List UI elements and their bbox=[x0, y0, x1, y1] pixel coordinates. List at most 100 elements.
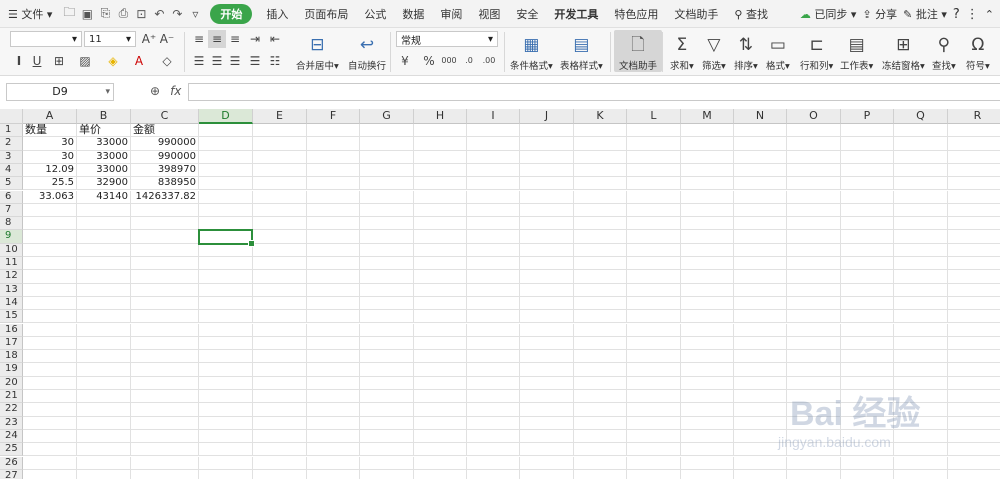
cell-q1[interactable] bbox=[894, 124, 948, 138]
row-header-27[interactable]: 27 bbox=[0, 469, 23, 479]
cell-o20[interactable] bbox=[787, 376, 841, 390]
fx-icon[interactable]: fx bbox=[170, 84, 181, 98]
cell-m7[interactable] bbox=[681, 203, 734, 218]
cell-g26[interactable] bbox=[360, 456, 414, 470]
currency-icon[interactable]: ¥ bbox=[396, 52, 414, 70]
conditional-format-button[interactable]: ▦ 条件格式▾ bbox=[510, 30, 553, 72]
cell-e11[interactable] bbox=[253, 257, 307, 271]
tab-formula[interactable]: 公式 bbox=[356, 6, 394, 22]
cell-c6[interactable]: 1426337.82 bbox=[131, 190, 199, 204]
cell-n2[interactable] bbox=[734, 137, 787, 151]
cell-p23[interactable] bbox=[841, 416, 894, 430]
cell-o10[interactable] bbox=[787, 243, 841, 257]
cell-k17[interactable] bbox=[574, 336, 627, 351]
spreadsheet-grid[interactable]: A B C D E F G H I J K L M N O P Q R 1 数量 单价 金额 2 30 33000 990000 3… bbox=[0, 109, 1000, 479]
save-icon[interactable]: ▣ bbox=[78, 7, 96, 21]
cell-k16[interactable] bbox=[574, 323, 627, 337]
cell-c19[interactable] bbox=[131, 363, 199, 377]
cell-k11[interactable] bbox=[574, 257, 627, 271]
cell-k20[interactable] bbox=[574, 376, 627, 390]
cell-h6[interactable] bbox=[414, 190, 467, 204]
cell-i26[interactable] bbox=[467, 456, 520, 470]
cell-i21[interactable] bbox=[467, 390, 520, 404]
distribute-icon[interactable]: ☷ bbox=[266, 52, 284, 70]
cell-f1[interactable] bbox=[307, 124, 360, 138]
cell-o21[interactable] bbox=[787, 390, 841, 404]
cell-l11[interactable] bbox=[627, 257, 681, 271]
cell-m17[interactable] bbox=[681, 336, 734, 351]
cell-i24[interactable] bbox=[467, 429, 520, 444]
cell-q5[interactable] bbox=[894, 177, 948, 191]
cell-g15[interactable] bbox=[360, 310, 414, 324]
cell-g19[interactable] bbox=[360, 363, 414, 377]
cell-e15[interactable] bbox=[253, 310, 307, 324]
cell-a20[interactable] bbox=[23, 376, 77, 390]
cell-c1[interactable]: 金额 bbox=[131, 123, 199, 138]
column-header-a[interactable]: A bbox=[23, 109, 77, 124]
redo-icon[interactable]: ↷ bbox=[168, 7, 186, 21]
border-icon[interactable]: ⊞ bbox=[50, 52, 68, 70]
cell-p18[interactable] bbox=[841, 350, 894, 364]
cell-h13[interactable] bbox=[414, 283, 467, 297]
cell-n10[interactable] bbox=[734, 243, 787, 257]
cell-m21[interactable] bbox=[681, 390, 734, 404]
cell-q22[interactable] bbox=[894, 403, 948, 417]
cell-o16[interactable] bbox=[787, 323, 841, 337]
cell-c27[interactable] bbox=[131, 469, 199, 479]
cell-d10[interactable] bbox=[199, 243, 253, 257]
cell-m5[interactable] bbox=[681, 177, 734, 191]
column-header-o[interactable]: O bbox=[787, 109, 841, 124]
cell-l24[interactable] bbox=[627, 429, 681, 444]
cell-c20[interactable] bbox=[131, 376, 199, 390]
cell-d27[interactable] bbox=[199, 469, 253, 479]
cell-i10[interactable] bbox=[467, 243, 520, 257]
cell-n23[interactable] bbox=[734, 416, 787, 430]
align-bottom-icon[interactable]: ≡ bbox=[226, 30, 244, 48]
cell-a4[interactable]: 12.09 bbox=[23, 163, 77, 178]
cell-l16[interactable] bbox=[627, 323, 681, 337]
row-header-15[interactable]: 15 bbox=[0, 310, 23, 324]
cell-h26[interactable] bbox=[414, 456, 467, 470]
cell-k4[interactable] bbox=[574, 163, 627, 178]
outdent-icon[interactable]: ⇤ bbox=[266, 30, 284, 48]
cell-r11[interactable] bbox=[948, 257, 1000, 271]
cell-j4[interactable] bbox=[520, 163, 574, 178]
column-header-h[interactable]: H bbox=[414, 109, 467, 124]
cell-r12[interactable] bbox=[948, 270, 1000, 284]
cell-j18[interactable] bbox=[520, 350, 574, 364]
cell-l14[interactable] bbox=[627, 296, 681, 311]
cell-n20[interactable] bbox=[734, 376, 787, 390]
cell-q18[interactable] bbox=[894, 350, 948, 364]
cell-n17[interactable] bbox=[734, 336, 787, 351]
formula-input[interactable] bbox=[188, 83, 1000, 101]
cell-j2[interactable] bbox=[520, 137, 574, 151]
cell-j15[interactable] bbox=[520, 310, 574, 324]
cell-c22[interactable] bbox=[131, 403, 199, 417]
cell-g11[interactable] bbox=[360, 257, 414, 271]
cell-o14[interactable] bbox=[787, 296, 841, 311]
cell-q17[interactable] bbox=[894, 336, 948, 351]
cell-f8[interactable] bbox=[307, 217, 360, 231]
cell-j9[interactable] bbox=[520, 230, 574, 244]
cell-n27[interactable] bbox=[734, 469, 787, 479]
cell-n16[interactable] bbox=[734, 323, 787, 337]
cell-b17[interactable] bbox=[77, 336, 131, 351]
cell-p3[interactable] bbox=[841, 150, 894, 164]
cell-b21[interactable] bbox=[77, 390, 131, 404]
cell-a8[interactable] bbox=[23, 217, 77, 231]
justify-icon[interactable]: ☰ bbox=[246, 52, 264, 70]
cell-o27[interactable] bbox=[787, 469, 841, 479]
cell-g9[interactable] bbox=[360, 230, 414, 244]
cell-b7[interactable] bbox=[77, 203, 131, 218]
collapse-ribbon-icon[interactable]: ⌃ bbox=[985, 8, 994, 21]
cell-b10[interactable] bbox=[77, 243, 131, 257]
cell-g17[interactable] bbox=[360, 336, 414, 351]
sum-button[interactable]: Σ 求和▾ bbox=[670, 30, 694, 72]
cell-i6[interactable] bbox=[467, 190, 520, 204]
cell-i8[interactable] bbox=[467, 217, 520, 231]
fill-color-icon[interactable]: ▨ bbox=[76, 52, 94, 70]
cell-b8[interactable] bbox=[77, 217, 131, 231]
cell-h15[interactable] bbox=[414, 310, 467, 324]
cell-n3[interactable] bbox=[734, 150, 787, 164]
cell-r18[interactable] bbox=[948, 350, 1000, 364]
